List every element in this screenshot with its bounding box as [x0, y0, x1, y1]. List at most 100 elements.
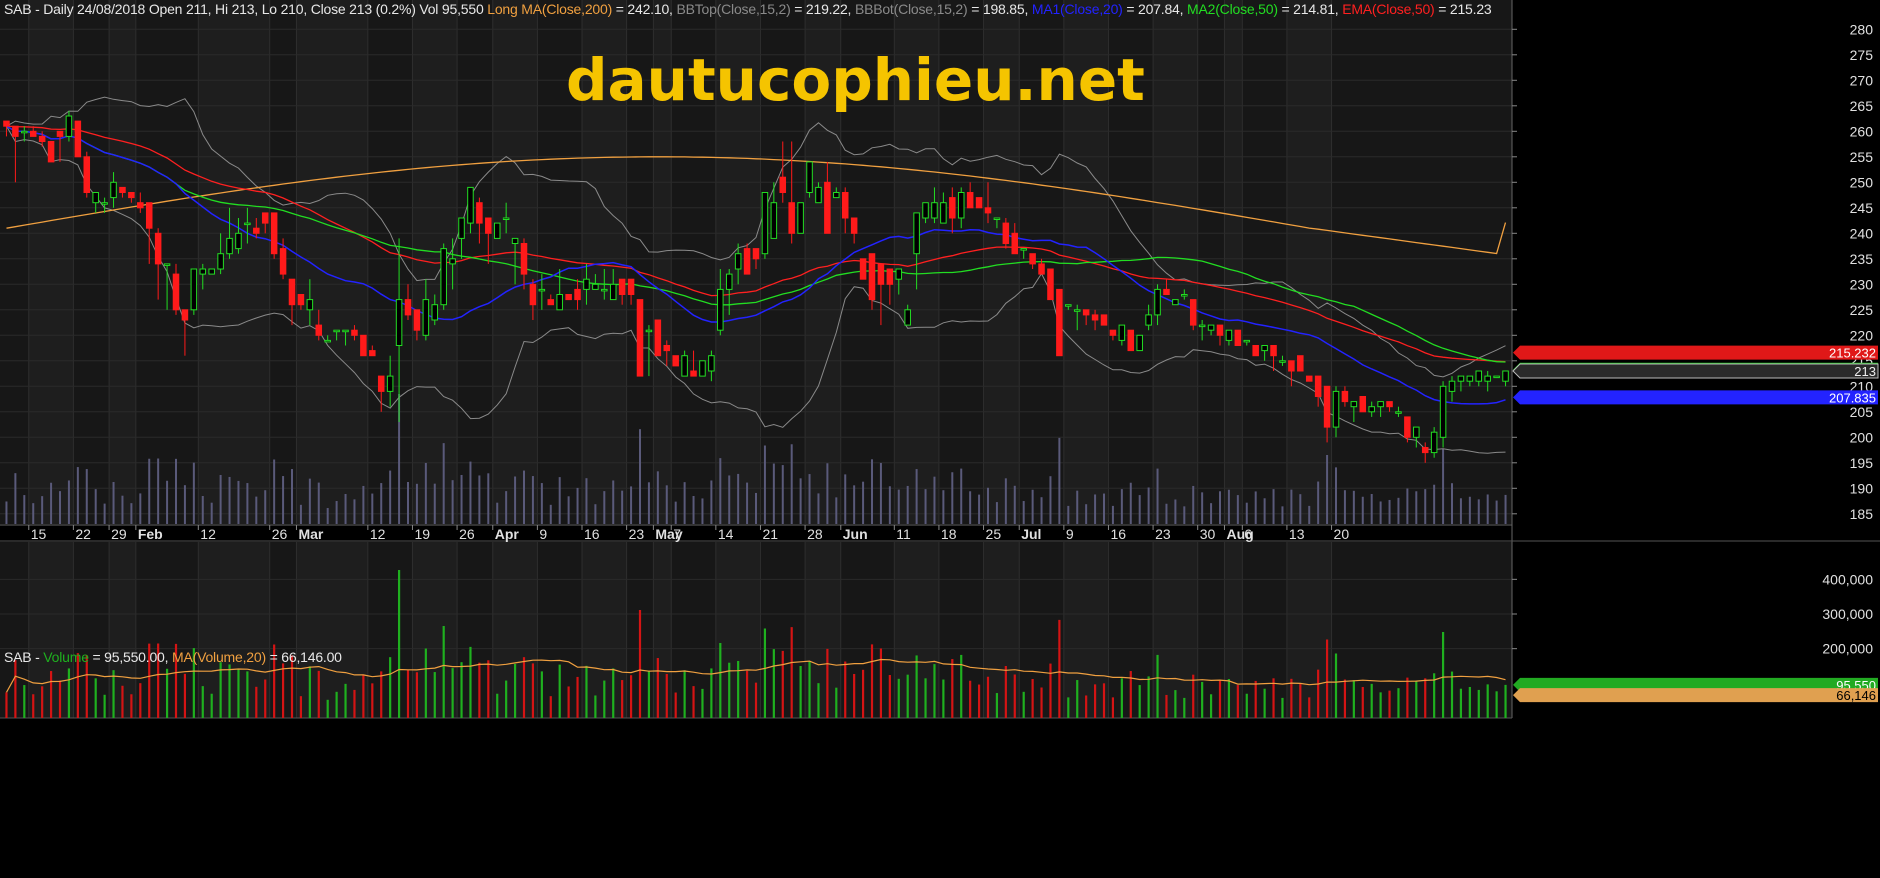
- x-tick-label: 7: [673, 526, 681, 542]
- x-tick-label: 12: [370, 526, 386, 542]
- price-tick-label: 195: [1850, 455, 1874, 471]
- x-tick-label: Apr: [495, 526, 520, 542]
- candle-body: [957, 192, 965, 219]
- candle-body: [1421, 447, 1429, 454]
- week-band: [109, 0, 136, 524]
- candle-body: [913, 212, 920, 255]
- volume-header-label: Volume: [43, 649, 89, 665]
- candle-body: [984, 207, 992, 214]
- candle-body: [922, 202, 929, 219]
- candle-body: [29, 130, 37, 137]
- candle-body: [1189, 299, 1197, 326]
- candle: [1056, 288, 1063, 357]
- header-ma1-label: MA1(Close,20): [1031, 1, 1123, 17]
- price-badge: 215.232: [1513, 345, 1878, 361]
- candle-body: [725, 273, 733, 290]
- candle-body: [1047, 268, 1054, 301]
- price-tick-label: 275: [1850, 47, 1874, 63]
- candle-body: [841, 192, 849, 219]
- candle-body: [779, 176, 787, 193]
- price-tick-label: 260: [1850, 123, 1874, 139]
- candle-body: [1404, 416, 1411, 438]
- candle-body: [279, 248, 287, 275]
- x-tick-label: 11: [896, 526, 911, 542]
- candle-body: [609, 283, 617, 301]
- candle-body: [315, 324, 323, 336]
- candle: [270, 212, 278, 259]
- header-ma200-label: Long MA(Close,200): [487, 1, 613, 17]
- x-tick-label: 28: [807, 526, 823, 542]
- price-badge-shape: [1512, 363, 1879, 379]
- x-tick-label: 16: [584, 526, 600, 542]
- candle-body: [663, 345, 671, 352]
- candle-body: [1225, 329, 1233, 341]
- candle-body: [270, 212, 278, 255]
- candle-body: [1100, 314, 1108, 326]
- x-tick-label: 13: [1289, 526, 1305, 542]
- candle-body: [1181, 294, 1188, 297]
- candle-body: [1314, 375, 1322, 398]
- price-badge-label: 213: [1854, 364, 1876, 379]
- price-badge: 213: [1512, 363, 1879, 379]
- price-tick-label: 240: [1850, 225, 1874, 241]
- candle-body: [360, 334, 367, 357]
- candle-body: [850, 217, 858, 234]
- header-ma200-value: = 242.10,: [615, 1, 673, 17]
- candle-body: [1002, 222, 1010, 245]
- candle-body: [1279, 360, 1286, 363]
- candle-body: [369, 350, 376, 357]
- x-tick-label: 9: [539, 526, 547, 542]
- x-tick-label: 26: [459, 526, 475, 542]
- candle-body: [1341, 390, 1349, 403]
- x-tick-label: 23: [629, 526, 645, 542]
- candle-body: [1270, 345, 1277, 357]
- x-tick-label: 16: [1110, 526, 1126, 542]
- x-tick-label: 23: [1155, 526, 1171, 542]
- header-ema-value: = 215.23: [1438, 1, 1492, 17]
- candle-body: [413, 309, 421, 331]
- price-tick-label: 220: [1850, 327, 1874, 343]
- candle-body: [1234, 329, 1242, 347]
- candle-body: [38, 135, 46, 142]
- candle-body: [1430, 431, 1438, 454]
- candle-body: [1172, 299, 1179, 306]
- candle-body: [699, 360, 706, 377]
- x-tick-label: 12: [200, 526, 216, 542]
- volume-header-value: = 95,550.00,: [92, 649, 169, 665]
- volume-header-ma-value: = 66,146.00: [269, 649, 342, 665]
- candle-body: [797, 202, 804, 234]
- price-tick-label: 225: [1850, 302, 1874, 318]
- candle-body: [226, 237, 233, 255]
- candle-body: [743, 248, 751, 275]
- x-tick-label: 19: [414, 526, 430, 542]
- candle-body: [815, 186, 822, 204]
- header-bbtop-value: = 219.22,: [794, 1, 852, 17]
- candle-body: [1493, 375, 1500, 379]
- candle-body: [190, 268, 198, 311]
- candle: [83, 151, 91, 198]
- candle: [1305, 375, 1313, 382]
- candle: [208, 268, 215, 275]
- candle-body: [1127, 329, 1135, 352]
- candle-body: [288, 278, 296, 306]
- candle-body: [708, 355, 715, 372]
- candle-body: [1502, 370, 1509, 382]
- candle-body: [440, 248, 447, 306]
- price-tick-label: 190: [1850, 480, 1874, 496]
- candle-body: [788, 202, 795, 234]
- header-symbol-line: SAB - Daily 24/08/2018 Open 211, Hi 213,…: [4, 1, 484, 17]
- volume-tick-label: 400,000: [1822, 571, 1873, 587]
- chart-canvas: 1851901952002052102152202252302352402452…: [0, 0, 1880, 878]
- price-tick-label: 235: [1850, 251, 1874, 267]
- header-bbtop-label: BBTop(Close,15,2): [676, 1, 791, 17]
- week-band: [296, 542, 368, 718]
- x-tick-label: 29: [111, 526, 127, 542]
- candle-body: [163, 263, 171, 266]
- candle: [1252, 345, 1259, 357]
- candle: [1100, 314, 1108, 326]
- candle-body: [65, 115, 73, 137]
- candle-body: [306, 299, 314, 311]
- price-tick-label: 280: [1850, 21, 1874, 37]
- candle: [190, 268, 198, 315]
- header-ma2-label: MA2(Close,50): [1187, 1, 1278, 17]
